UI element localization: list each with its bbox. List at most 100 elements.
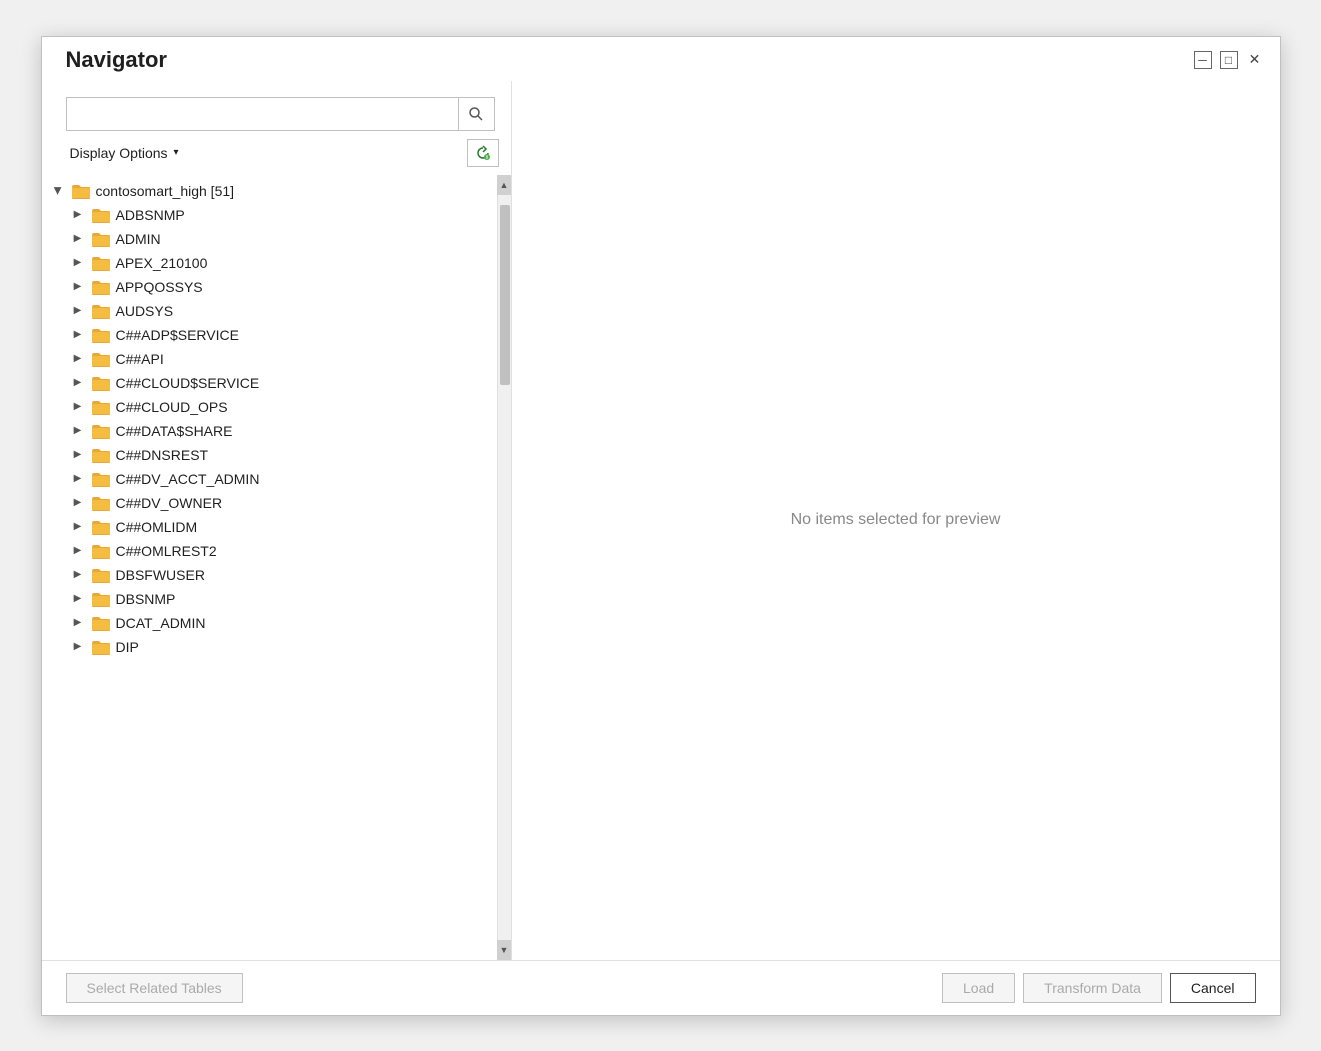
- select-related-tables-button[interactable]: Select Related Tables: [66, 973, 243, 1003]
- folder-icon: [92, 447, 110, 463]
- scroll-down-button[interactable]: ▼: [497, 940, 511, 960]
- list-item[interactable]: ▶ C##OMLIDM: [42, 515, 497, 539]
- item-label: APEX_210100: [116, 255, 208, 271]
- item-label: C##CLOUD$SERVICE: [116, 375, 260, 391]
- item-label: C##DATA$SHARE: [116, 423, 233, 439]
- expand-arrow: ▶: [70, 471, 86, 487]
- expand-arrow: ▶: [70, 495, 86, 511]
- folder-icon: [92, 591, 110, 607]
- expand-arrow: ▶: [70, 207, 86, 223]
- item-label: C##DV_OWNER: [116, 495, 223, 511]
- expand-arrow: ▶: [70, 399, 86, 415]
- item-label: C##ADP$SERVICE: [116, 327, 239, 343]
- list-item[interactable]: ▶ ADMIN: [42, 227, 497, 251]
- cancel-button[interactable]: Cancel: [1170, 973, 1256, 1003]
- title-bar: Navigator ─ □ ✕: [42, 37, 1280, 81]
- list-item[interactable]: ▶ C##API: [42, 347, 497, 371]
- expand-arrow: ▶: [70, 231, 86, 247]
- search-button[interactable]: [458, 98, 494, 130]
- folder-icon: [92, 495, 110, 511]
- chevron-down-icon: ▾: [174, 147, 179, 158]
- load-button[interactable]: Load: [942, 973, 1015, 1003]
- navigator-window: Navigator ─ □ ✕ Displa: [41, 36, 1281, 1016]
- list-item[interactable]: ▶ C##DATA$SHARE: [42, 419, 497, 443]
- expand-arrow: ▶: [70, 591, 86, 607]
- expand-arrow: ▶: [70, 447, 86, 463]
- expand-arrow: ▶: [70, 279, 86, 295]
- scroll-up-button[interactable]: ▲: [497, 175, 511, 195]
- folder-icon: [92, 351, 110, 367]
- display-options-button[interactable]: Display Options ▾: [66, 143, 183, 163]
- list-item[interactable]: ▶ C##DV_OWNER: [42, 491, 497, 515]
- list-item[interactable]: ▶ ADBSNMP: [42, 203, 497, 227]
- footer-right: Load Transform Data Cancel: [942, 973, 1255, 1003]
- expand-arrow: ▶: [70, 567, 86, 583]
- list-item[interactable]: ▶ DIP: [42, 635, 497, 659]
- folder-icon: [92, 615, 110, 631]
- expand-arrow: ▶: [70, 519, 86, 535]
- list-item[interactable]: ▶ C##CLOUD_OPS: [42, 395, 497, 419]
- item-label: AUDSYS: [116, 303, 174, 319]
- list-item[interactable]: ▶ AUDSYS: [42, 299, 497, 323]
- item-label: C##DNSREST: [116, 447, 209, 463]
- search-icon: [468, 106, 484, 122]
- list-item[interactable]: ▶ DBSNMP: [42, 587, 497, 611]
- item-label: DBSNMP: [116, 591, 176, 607]
- folder-icon: [92, 303, 110, 319]
- display-options-label: Display Options: [70, 145, 168, 161]
- item-label: ADMIN: [116, 231, 161, 247]
- left-panel: Display Options ▾: [42, 81, 512, 960]
- preview-empty-message: No items selected for preview: [791, 511, 1001, 529]
- item-label: APPQOSSYS: [116, 279, 203, 295]
- scrollbar-track: ▲ ▼: [497, 175, 511, 960]
- list-item[interactable]: ▶ C##ADP$SERVICE: [42, 323, 497, 347]
- scrollbar-thumb[interactable]: [500, 205, 510, 385]
- item-label: DIP: [116, 639, 139, 655]
- expand-arrow: ▶: [70, 423, 86, 439]
- item-label: ADBSNMP: [116, 207, 185, 223]
- list-item[interactable]: ▶ C##CLOUD$SERVICE: [42, 371, 497, 395]
- list-item[interactable]: ▶ APEX_210100: [42, 251, 497, 275]
- item-label: C##DV_ACCT_ADMIN: [116, 471, 260, 487]
- list-item[interactable]: ▶ DBSFWUSER: [42, 563, 497, 587]
- list-item[interactable]: ▶ C##OMLREST2: [42, 539, 497, 563]
- tree-list: ▶ contosomart_high [51] ▶: [42, 175, 497, 960]
- minimize-button[interactable]: ─: [1194, 51, 1212, 69]
- toolbar-row: Display Options ▾: [42, 139, 511, 175]
- tree-container: ▶ contosomart_high [51] ▶: [42, 175, 511, 960]
- folder-icon: [92, 255, 110, 271]
- footer: Select Related Tables Load Transform Dat…: [42, 960, 1280, 1015]
- tree-root-item[interactable]: ▶ contosomart_high [51]: [42, 179, 497, 203]
- maximize-button[interactable]: □: [1220, 51, 1238, 69]
- folder-icon: [92, 423, 110, 439]
- search-input[interactable]: [67, 100, 458, 128]
- item-label: C##API: [116, 351, 164, 367]
- list-item[interactable]: ▶ DCAT_ADMIN: [42, 611, 497, 635]
- item-label: DCAT_ADMIN: [116, 615, 206, 631]
- scrollbar-thumb-area[interactable]: [498, 195, 511, 940]
- expand-arrow: ▶: [70, 327, 86, 343]
- refresh-icon: [475, 145, 491, 161]
- window-controls: ─ □ ✕: [1194, 51, 1264, 69]
- folder-icon: [92, 639, 110, 655]
- expand-arrow: ▶: [70, 639, 86, 655]
- expand-arrow: ▶: [70, 351, 86, 367]
- expand-arrow: ▶: [70, 615, 86, 631]
- search-bar: [66, 97, 495, 131]
- list-item[interactable]: ▶ C##DV_ACCT_ADMIN: [42, 467, 497, 491]
- folder-icon: [92, 543, 110, 559]
- folder-icon: [92, 375, 110, 391]
- folder-icon: [92, 279, 110, 295]
- transform-data-button[interactable]: Transform Data: [1023, 973, 1162, 1003]
- folder-icon: [92, 231, 110, 247]
- expand-arrow: ▶: [70, 375, 86, 391]
- folder-icon: [92, 207, 110, 223]
- list-item[interactable]: ▶ C##DNSREST: [42, 443, 497, 467]
- close-button[interactable]: ✕: [1246, 51, 1264, 69]
- refresh-button[interactable]: [467, 139, 499, 167]
- item-label: C##OMLREST2: [116, 543, 217, 559]
- footer-left: Select Related Tables: [66, 973, 243, 1003]
- folder-icon: [92, 327, 110, 343]
- list-item[interactable]: ▶ APPQOSSYS: [42, 275, 497, 299]
- expand-arrow: ▶: [70, 303, 86, 319]
